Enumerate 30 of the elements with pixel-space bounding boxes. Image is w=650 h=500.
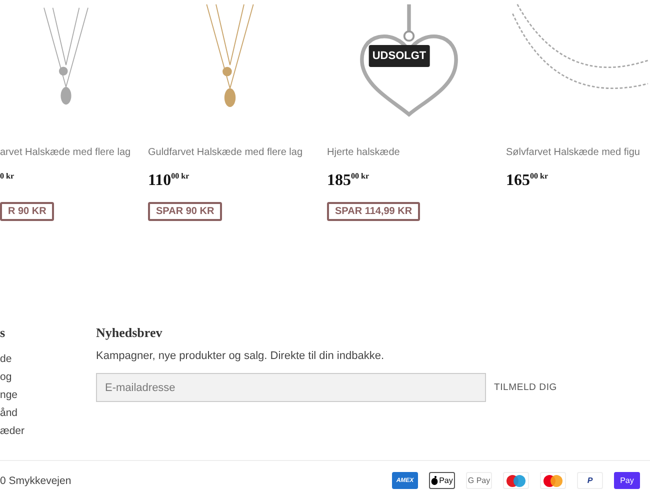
footer-link[interactable]: æder: [0, 422, 30, 440]
product-title[interactable]: Hjerte halskæde: [327, 146, 400, 160]
email-field[interactable]: E-mailadresse: [96, 373, 486, 402]
product-title[interactable]: arvet Halskæde med flere lag: [0, 146, 131, 160]
product-price: 185$^{00 kr}$: [327, 172, 369, 190]
footer-link[interactable]: nge: [0, 386, 30, 404]
paypal-icon: P: [577, 472, 603, 489]
subscribe-button[interactable]: TILMELD DIG: [486, 382, 565, 394]
newsletter-heading: Nyhedsbrev: [96, 325, 164, 342]
footer-heading: s: [0, 325, 6, 342]
product-price: 165$^{00 kr}$: [506, 172, 548, 190]
maestro-card-icon: [503, 472, 529, 489]
footer-link[interactable]: de: [0, 350, 30, 368]
discount-badge: R 90 KR: [0, 202, 54, 222]
necklace-photo[interactable]: UDSOLGT: [327, 0, 490, 132]
discount-badge: SPAR 114,99 KR: [327, 202, 420, 222]
footer-link[interactable]: ånd: [0, 404, 30, 422]
mastercard-icon: [540, 472, 566, 489]
product-price: 0 kr: [0, 172, 14, 183]
discount-badge: SPAR 90 KR: [148, 202, 222, 222]
product-title[interactable]: Guldfarvet Halskæde med flere lag: [148, 146, 303, 160]
product-title[interactable]: Sølvfarvet Halskæde med figu: [506, 146, 640, 160]
shop-pay-icon: Pay: [614, 472, 640, 489]
product-price: 110$^{00 kr}$: [148, 172, 190, 190]
footer-link[interactable]: og: [0, 368, 30, 386]
sold-out-badge: UDSOLGT: [368, 45, 430, 67]
newsletter-text: Kampagner, nye produkter og salg. Direkte til din indbakke.: [96, 350, 385, 362]
copyright-text: 0 Smykkevejen: [0, 474, 72, 486]
apple-pay-icon: Pay: [429, 472, 455, 489]
google-pay-icon: G Pay: [466, 472, 492, 489]
